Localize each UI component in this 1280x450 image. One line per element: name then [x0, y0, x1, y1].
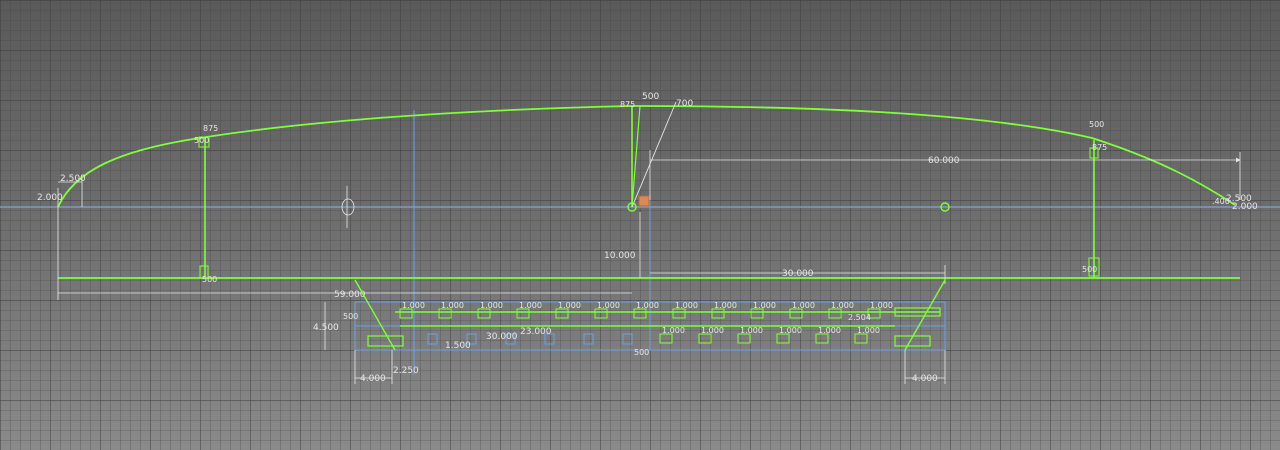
- rail-slot-top-label[interactable]: 1.000: [597, 301, 620, 310]
- rail-slot-top-label[interactable]: 1.000: [753, 301, 776, 310]
- dim-875-center-label[interactable]: 875: [620, 100, 635, 109]
- dim-23000-label[interactable]: 23.000: [520, 327, 552, 337]
- rail-slot-top-label[interactable]: 1.000: [480, 301, 503, 310]
- dim-30000-right-label[interactable]: 30.000: [782, 269, 814, 279]
- rail-slot-top-label[interactable]: 1.000: [675, 301, 698, 310]
- dim-1500-label[interactable]: 1.500: [445, 341, 471, 351]
- dim-2000-left-label[interactable]: 2.000: [37, 193, 63, 203]
- dim-875-right-label[interactable]: 875: [1092, 143, 1107, 152]
- dim-500-left-label[interactable]: 500: [194, 136, 209, 145]
- rail-slot-bottom-label[interactable]: 1.000: [779, 326, 802, 335]
- dim-30000-label[interactable]: 30.000: [486, 332, 518, 342]
- dim-500-center-label[interactable]: 500: [642, 92, 659, 102]
- dim-60000-label[interactable]: 60.000: [928, 156, 960, 166]
- sketch-canvas[interactable]: 60.000 10.000 30.000 59.000 2.500 2.000 …: [0, 0, 1280, 450]
- dim-400-right-label[interactable]: .400: [1212, 197, 1230, 206]
- dim-10000-label[interactable]: 10.000: [604, 251, 636, 261]
- dim-2504-label[interactable]: 2.504: [848, 313, 871, 322]
- dim-500-low-left-label[interactable]: 500: [202, 275, 217, 284]
- dim-875-left-label[interactable]: 875: [203, 124, 218, 133]
- dim-500-right-label[interactable]: 500: [1089, 120, 1104, 129]
- dim-500-center-low-label[interactable]: 500: [634, 348, 649, 357]
- rail-slot-bottom-label[interactable]: 1.000: [740, 326, 763, 335]
- rail-slot-top-label[interactable]: 1.000: [831, 301, 854, 310]
- dim-500-low-right-label[interactable]: 500: [1082, 265, 1097, 274]
- rail-slot-top-label[interactable]: 1.000: [714, 301, 737, 310]
- rail-slot-bottom-label[interactable]: 1.000: [701, 326, 724, 335]
- rail-slot-bottom-label[interactable]: 1.000: [857, 326, 880, 335]
- dim-700-label[interactable]: 700: [676, 99, 693, 109]
- dim-2250-label[interactable]: 2.250: [393, 366, 419, 376]
- rail-slot-top-label[interactable]: 1.000: [402, 301, 425, 310]
- rail-slot-top-label[interactable]: 1.000: [636, 301, 659, 310]
- dim-4000-right-label[interactable]: 4.000: [912, 374, 938, 384]
- selected-point-marker[interactable]: [638, 195, 650, 207]
- rail-slot-top-label[interactable]: 1.000: [441, 301, 464, 310]
- dim-2500-left-label[interactable]: 2.500: [60, 174, 86, 184]
- dim-4000-left-label[interactable]: 4.000: [360, 374, 386, 384]
- rail-slot-top-label[interactable]: 1.000: [792, 301, 815, 310]
- rail-slot-top-label[interactable]: 1.000: [870, 301, 893, 310]
- dim-4500-label[interactable]: 4.500: [313, 323, 339, 333]
- rail-slot-top-label[interactable]: 1.000: [519, 301, 542, 310]
- rail-slot-top-label[interactable]: 1.000: [558, 301, 581, 310]
- rail-slot-bottom-label[interactable]: 1.000: [662, 326, 685, 335]
- rail-slot-bottom-label[interactable]: 1.000: [818, 326, 841, 335]
- dim-500-a-label[interactable]: 500: [343, 312, 358, 321]
- dim-2000-right-label[interactable]: 2.000: [1232, 202, 1258, 212]
